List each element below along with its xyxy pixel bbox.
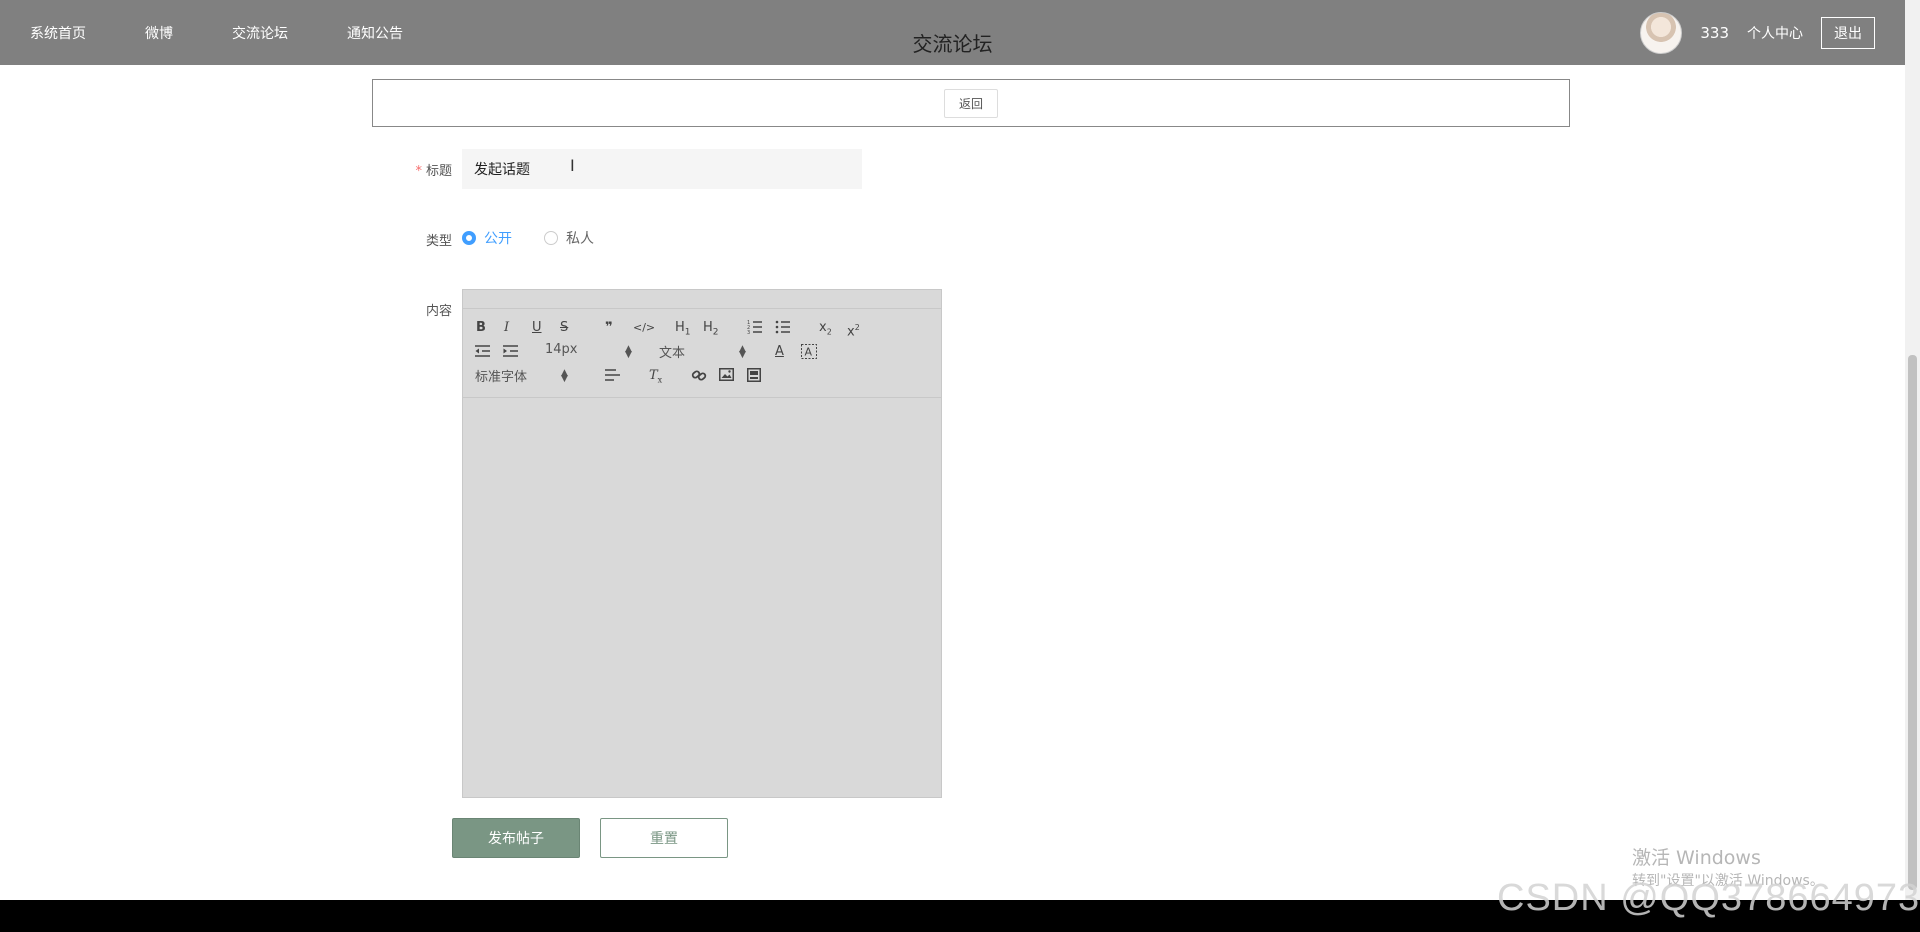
- ordered-list-icon[interactable]: 123: [747, 318, 763, 336]
- editor-divider: [463, 397, 941, 398]
- svg-text:3: 3: [747, 330, 750, 336]
- video-icon[interactable]: [747, 368, 761, 382]
- editor-toolbar: B I U S ❞ </> H1 H2 123 x2 x2 14px ▲ ▼ 文…: [473, 318, 933, 390]
- indent-icon[interactable]: [503, 344, 518, 358]
- type-radio-group: 公开 私人: [462, 228, 594, 248]
- nav-weibo[interactable]: 微博: [145, 23, 173, 43]
- content-label: 内容: [425, 304, 452, 319]
- radio-public[interactable]: 公开: [462, 228, 536, 248]
- link-icon[interactable]: [691, 368, 707, 383]
- font-family-value: 标准字体: [475, 370, 528, 385]
- csdn-watermark: CSDN @QQ3786649731: [1497, 877, 1920, 919]
- bullet-list-icon[interactable]: [775, 318, 791, 336]
- editor-divider: [463, 308, 941, 309]
- toolbar-row-2: 14px ▲ ▼ 文本 ▲ ▼ A A: [473, 342, 933, 366]
- block-type-select[interactable]: 文本 ▲ ▼: [659, 342, 746, 362]
- heading2-icon[interactable]: H2: [703, 318, 719, 343]
- publish-post-button[interactable]: 发布帖子: [452, 818, 580, 858]
- nav-home[interactable]: 系统首页: [30, 23, 86, 43]
- radio-private-label: 私人: [566, 231, 594, 247]
- font-family-select[interactable]: 标准字体 ▲ ▼: [475, 366, 571, 386]
- back-bar: 返回: [372, 79, 1570, 127]
- italic-icon[interactable]: I: [504, 318, 509, 338]
- radio-checked-icon[interactable]: [462, 231, 476, 245]
- reset-button[interactable]: 重置: [600, 818, 728, 858]
- code-block-icon[interactable]: </>: [633, 318, 655, 338]
- rich-text-editor[interactable]: B I U S ❞ </> H1 H2 123 x2 x2 14px ▲ ▼ 文…: [462, 289, 942, 798]
- toolbar-row-1: B I U S ❞ </> H1 H2 123 x2 x2: [473, 318, 933, 342]
- font-size-select[interactable]: 14px ▲ ▼: [545, 342, 632, 360]
- select-arrows-icon: ▲ ▼: [739, 344, 746, 360]
- font-size-value: 14px: [545, 342, 578, 357]
- username: 333: [1700, 23, 1729, 42]
- text-color-icon[interactable]: A: [775, 342, 784, 362]
- top-navbar: 系统首页 微博 交流论坛 通知公告 交流论坛 333 个人中心 退出: [0, 0, 1905, 65]
- strikethrough-icon[interactable]: S: [560, 318, 568, 338]
- nav-notice[interactable]: 通知公告: [347, 23, 403, 43]
- underline-icon[interactable]: U: [532, 318, 542, 338]
- user-area: 333 个人中心 退出: [1640, 0, 1875, 65]
- subscript-icon[interactable]: x2: [819, 318, 832, 343]
- align-icon[interactable]: [605, 368, 620, 382]
- user-center-link[interactable]: 个人中心: [1747, 23, 1803, 43]
- text-cursor-icon: I: [570, 156, 575, 175]
- avatar[interactable]: [1640, 11, 1683, 54]
- radio-private[interactable]: 私人: [544, 228, 594, 248]
- title-label-wrap: * 标题: [372, 160, 452, 179]
- blockquote-icon[interactable]: ❞: [605, 318, 613, 338]
- nav-forum[interactable]: 交流论坛: [232, 23, 288, 43]
- block-type-value: 文本: [659, 346, 686, 361]
- back-button[interactable]: 返回: [943, 88, 998, 118]
- radio-public-label: 公开: [484, 231, 512, 247]
- image-icon[interactable]: [719, 368, 734, 381]
- outdent-icon[interactable]: [475, 344, 490, 358]
- title-input[interactable]: [462, 149, 862, 189]
- required-mark: *: [415, 164, 422, 179]
- type-label: 类型: [425, 234, 452, 249]
- heading1-icon[interactable]: H1: [675, 318, 691, 343]
- bold-icon[interactable]: B: [476, 318, 486, 338]
- background-color-icon[interactable]: A: [801, 344, 817, 359]
- toolbar-row-3: 标准字体 ▲ ▼ Tx: [473, 366, 933, 390]
- superscript-icon[interactable]: x2: [847, 318, 860, 342]
- select-arrows-icon: ▲ ▼: [625, 344, 632, 360]
- page-scrollbar[interactable]: [1905, 0, 1920, 900]
- clear-format-icon[interactable]: Tx: [649, 366, 662, 391]
- svg-text:A: A: [805, 346, 813, 359]
- select-arrows-icon: ▲ ▼: [561, 368, 568, 384]
- scrollbar-thumb[interactable]: [1908, 355, 1917, 890]
- radio-unchecked-icon[interactable]: [544, 231, 558, 245]
- windows-activation-title: 激活 Windows: [1632, 847, 1761, 869]
- main-nav: 系统首页 微博 交流论坛 通知公告: [0, 0, 433, 65]
- logout-button[interactable]: 退出: [1821, 16, 1875, 49]
- title-label: 标题: [425, 164, 452, 179]
